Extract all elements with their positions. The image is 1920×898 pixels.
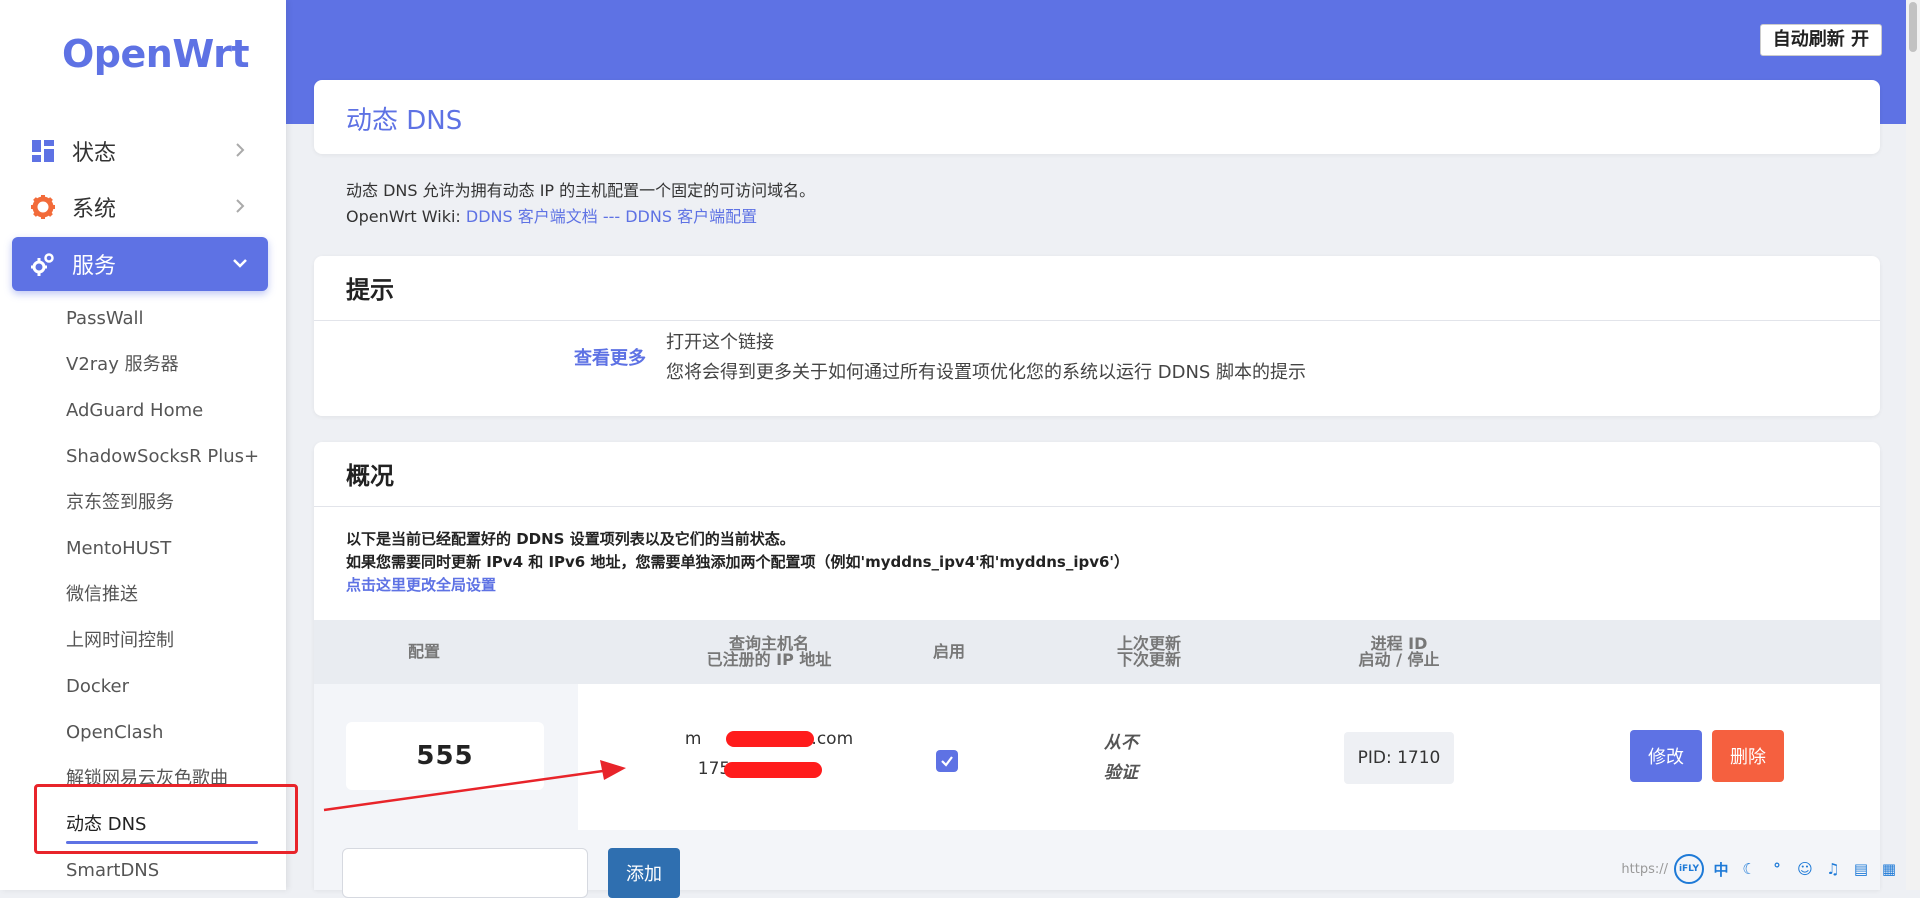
- config-name: 555: [346, 722, 544, 790]
- ime-url-fragment: https://: [1621, 861, 1668, 877]
- col-update: 上次更新 下次更新: [1116, 634, 1181, 669]
- emoji-icon[interactable]: ☺: [1794, 858, 1816, 880]
- gear-icon: [28, 192, 58, 222]
- sidebar-subitem-adguard[interactable]: AdGuard Home: [66, 388, 266, 434]
- doc-icon[interactable]: ▤: [1850, 858, 1872, 880]
- brand-logo[interactable]: OpenWrt: [62, 32, 249, 76]
- redaction-mark: [726, 731, 814, 747]
- annotation-highlight-box: [34, 784, 298, 854]
- chevron-down-icon: [230, 253, 250, 273]
- ddns-config-link[interactable]: DDNS 客户端配置: [625, 207, 757, 226]
- sidebar-subitem-mentohust[interactable]: MentoHUST: [66, 526, 266, 572]
- sidebar-item-system[interactable]: 系统: [12, 180, 268, 234]
- redaction-mark: [724, 762, 822, 778]
- description-wiki-line: OpenWrt Wiki: DDNS 客户端文档 --- DDNS 客户端配置: [346, 204, 815, 230]
- sidebar-subitem-wechat-push[interactable]: 微信推送: [66, 572, 266, 618]
- edit-button[interactable]: 修改: [1630, 730, 1702, 782]
- host-cell: m .com 175: [654, 724, 884, 784]
- col-config: 配置: [407, 642, 440, 661]
- link-separator: ---: [597, 207, 626, 226]
- overview-heading: 概况: [346, 462, 394, 490]
- divider: [314, 506, 1880, 507]
- col-pid: 进程 ID 启动 / 停止: [1358, 634, 1440, 669]
- services-gears-icon: [28, 249, 58, 279]
- overview-line-1: 以下是当前已经配置好的 DDNS 设置项列表以及它们的当前状态。: [346, 530, 795, 548]
- divider: [314, 320, 1880, 321]
- page-title: 动态 DNS: [346, 106, 463, 136]
- page-title-card: 动态 DNS: [314, 80, 1880, 154]
- update-times: 从不 验证: [1104, 728, 1138, 788]
- sidebar-item-services[interactable]: 服务: [12, 237, 268, 291]
- auto-refresh-button[interactable]: 自动刷新 开: [1759, 24, 1882, 56]
- scrollbar-thumb[interactable]: [1909, 2, 1917, 52]
- new-config-name-input[interactable]: [342, 848, 588, 898]
- dashboard-icon: [28, 136, 58, 166]
- description-line: 动态 DNS 允许为拥有动态 IP 的主机配置一个固定的可访问域名。: [346, 181, 816, 200]
- mic-icon[interactable]: ♫: [1822, 858, 1844, 880]
- hint-text: 打开这个链接 您将会得到更多关于如何通过所有设置项优化您的系统以运行 DDNS …: [666, 328, 1306, 388]
- sidebar: OpenWrt 状态 系统 服务 PassWall V2ray 服务器 AdGu…: [0, 0, 286, 890]
- moon-icon[interactable]: ☾: [1738, 858, 1760, 880]
- ddns-docs-link[interactable]: DDNS 客户端文档: [466, 207, 598, 226]
- sidebar-subitem-v2ray[interactable]: V2ray 服务器: [66, 342, 266, 388]
- hint-card: 提示 查看更多 打开这个链接 您将会得到更多关于如何通过所有设置项优化您的系统以…: [314, 256, 1880, 416]
- ime-toolbar: https:// iFLY 中 ☾ ° ☺ ♫ ▤ ▦: [1621, 854, 1900, 884]
- chevron-right-icon: [230, 196, 250, 216]
- enabled-checkbox[interactable]: [936, 750, 958, 772]
- sidebar-subitem-time-control[interactable]: 上网时间控制: [66, 618, 266, 664]
- sidebar-item-label: 服务: [72, 254, 117, 279]
- chevron-right-icon: [230, 140, 250, 160]
- hint-heading: 提示: [346, 276, 394, 304]
- sidebar-subitem-openclash[interactable]: OpenClash: [66, 710, 266, 756]
- hint-line-1: 打开这个链接: [666, 332, 774, 353]
- punctuation-icon[interactable]: °: [1766, 858, 1788, 880]
- sidebar-item-label: 系统: [72, 197, 117, 222]
- page-description: 动态 DNS 允许为拥有动态 IP 的主机配置一个固定的可访问域名。 OpenW…: [346, 178, 815, 230]
- delete-button[interactable]: 删除: [1712, 730, 1784, 782]
- sidebar-subitem-ssr-plus[interactable]: ShadowSocksR Plus+: [66, 434, 266, 480]
- overview-card: 概况 以下是当前已经配置好的 DDNS 设置项列表以及它们的当前状态。 如果您需…: [314, 442, 1880, 898]
- sidebar-item-status[interactable]: 状态: [12, 124, 268, 178]
- sidebar-subitem-passwall[interactable]: PassWall: [66, 296, 266, 342]
- sidebar-subitem-smartdns[interactable]: SmartDNS: [66, 848, 266, 894]
- add-button[interactable]: 添加: [608, 848, 680, 898]
- ime-lang-toggle[interactable]: 中: [1710, 858, 1732, 880]
- col-enabled: 启用: [932, 642, 965, 661]
- global-settings-link[interactable]: 点击这里更改全局设置: [346, 576, 496, 594]
- table-header: 配置 查询主机名 已注册的 IP 地址 启用 上次更新 下次更新 进程 ID 启动 /…: [314, 620, 1880, 684]
- table-row: 555 m .com 175 从不 验证 PID: 1710 修改 删除: [314, 684, 1880, 830]
- overview-text: 以下是当前已经配置好的 DDNS 设置项列表以及它们的当前状态。 如果您需要同时…: [346, 528, 1129, 597]
- wiki-prefix: OpenWrt Wiki:: [346, 207, 466, 226]
- hint-line-2: 您将会得到更多关于如何通过所有设置项优化您的系统以运行 DDNS 脚本的提示: [666, 362, 1307, 383]
- sidebar-item-label: 状态: [72, 141, 117, 166]
- see-more-link[interactable]: 查看更多: [574, 344, 646, 370]
- overview-line-2: 如果您需要同时更新 IPv4 和 IPv6 地址，您需要单独添加两个配置项（例如…: [346, 553, 1130, 571]
- last-update: 从不: [1104, 733, 1138, 753]
- ifly-logo-icon[interactable]: iFLY: [1674, 854, 1704, 884]
- check-icon: [941, 756, 953, 767]
- page-scrollbar[interactable]: [1906, 0, 1920, 890]
- grid-icon[interactable]: ▦: [1878, 858, 1900, 880]
- pid-button[interactable]: PID: 1710: [1344, 732, 1454, 784]
- next-update: 验证: [1104, 763, 1138, 783]
- sidebar-subitem-docker[interactable]: Docker: [66, 664, 266, 710]
- col-host: 查询主机名 已注册的 IP 地址: [706, 634, 832, 669]
- sidebar-subitem-jd-checkin[interactable]: 京东签到服务: [66, 480, 266, 526]
